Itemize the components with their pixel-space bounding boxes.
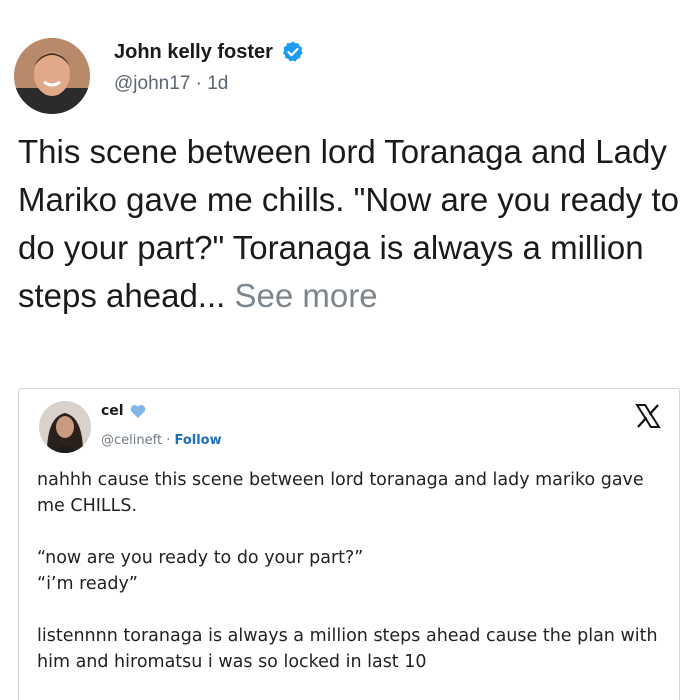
quoted-author-handle[interactable]: @celineft	[101, 433, 162, 448]
quoted-meta-separator: ·	[166, 433, 171, 448]
author-name[interactable]: John kelly foster	[114, 41, 273, 64]
meta-separator: ·	[195, 73, 202, 94]
quoted-paragraph: listennnn toranaga is always a million s…	[37, 626, 658, 672]
quoted-paragraph: “now are you ready to do your part?” “i’…	[37, 548, 364, 594]
post-time[interactable]: 1d	[207, 73, 228, 94]
verified-badge-icon	[281, 40, 305, 64]
blue-heart-icon	[130, 404, 146, 419]
author-handle[interactable]: @john17	[114, 73, 190, 94]
quoted-post-body: nahhh cause this scene between lord tora…	[37, 467, 667, 700]
post-header: John kelly foster @john17 · 1d	[0, 0, 700, 120]
quoted-author-avatar[interactable]	[39, 401, 91, 453]
author-name-row[interactable]: John kelly foster	[114, 40, 305, 64]
quoted-paragraph: nahhh cause this scene between lord tora…	[37, 470, 644, 516]
x-logo-icon[interactable]	[635, 403, 661, 429]
post-body: This scene between lord Toranaga and Lad…	[18, 128, 693, 320]
author-avatar[interactable]	[14, 38, 90, 114]
quoted-author-meta: @celineft · Follow	[101, 433, 222, 448]
author-meta: @john17 · 1d	[114, 73, 228, 95]
quoted-author-name[interactable]: cel	[101, 403, 124, 419]
follow-button[interactable]: Follow	[174, 433, 221, 448]
see-more-link[interactable]: See more	[235, 277, 378, 314]
quoted-post-card[interactable]: cel @celineft · Follow nahhh cause this …	[18, 388, 680, 700]
quoted-author-name-row[interactable]: cel	[101, 403, 146, 419]
